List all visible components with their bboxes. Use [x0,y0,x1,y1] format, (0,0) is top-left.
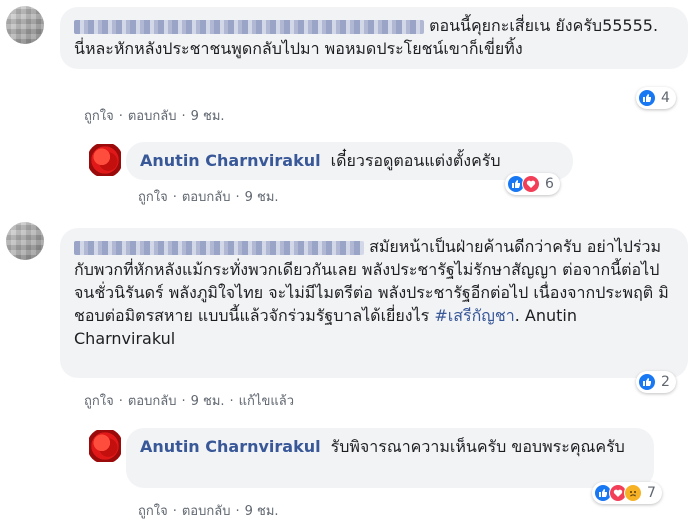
reply-author-avatar[interactable] [87,142,123,178]
commenter-avatar[interactable] [6,6,44,44]
timestamp[interactable]: 9 ชม. [245,190,279,205]
thumbs-up-icon [638,373,656,391]
like-link[interactable]: ถูกใจ [84,109,114,124]
timestamp[interactable]: 9 ชม. [191,394,225,409]
heart-icon [522,175,540,193]
reply-text: เดี๋ยวรอดูตอนแต่งตั้งครับ [330,151,501,170]
reaction-count: 2 [661,374,670,390]
edited-label[interactable]: แก้ไขแล้ว [239,394,294,409]
reaction-count: 6 [545,176,554,192]
reply-bubble: Anutin Charnvirakul เดี๋ยวรอดูตอนแต่งตั้ง… [126,142,573,180]
reaction-summary[interactable]: 6 [505,173,560,195]
reply-actions: ถูกใจ · ตอบกลับ · 9 ชม. [138,190,279,205]
timestamp[interactable]: 9 ชม. [245,504,279,519]
reaction-count: 7 [647,485,656,501]
reply-text: รับพิจารณาความเห็นครับ ขอบพระคุณครับ [330,437,625,456]
reply-author-avatar[interactable] [87,428,123,464]
reaction-count: 4 [661,90,670,106]
reply-link[interactable]: ตอบกลับ [128,394,177,409]
comment-bubble: สมัยหน้าเป็นฝ่ายค้านดีกว่าครับ อย่าไปร่ว… [60,228,688,378]
reply-author-name[interactable]: Anutin Charnvirakul [140,151,321,170]
reply-link[interactable]: ตอบกลับ [182,190,231,205]
timestamp[interactable]: 9 ชม. [191,109,225,124]
reply-author-name[interactable]: Anutin Charnvirakul [140,437,321,456]
reaction-summary[interactable]: 2 [636,371,676,393]
like-link[interactable]: ถูกใจ [84,394,114,409]
reply-bubble: Anutin Charnvirakul รับพิจารณาความเห็นครั… [126,428,654,488]
thumbs-up-icon [638,89,656,107]
like-link[interactable]: ถูกใจ [138,504,168,519]
sad-face-icon [624,484,642,502]
like-link[interactable]: ถูกใจ [138,190,168,205]
blurred-commenter-name[interactable] [74,240,364,255]
comment-actions: ถูกใจ · ตอบกลับ · 9 ชม. · แก้ไขแล้ว [84,394,294,409]
reply-link[interactable]: ตอบกลับ [182,504,231,519]
reaction-summary[interactable]: 4 [636,87,676,109]
hashtag-link[interactable]: #เสรีกัญชา [434,306,514,325]
commenter-avatar[interactable] [6,222,44,260]
reply-actions: ถูกใจ · ตอบกลับ · 9 ชม. [138,504,279,519]
comment-actions: ถูกใจ · ตอบกลับ · 9 ชม. [84,109,225,124]
blurred-commenter-name[interactable] [74,19,424,34]
reply-link[interactable]: ตอบกลับ [128,109,177,124]
reaction-summary[interactable]: 7 [592,482,662,504]
comment-bubble: ตอนนี้คุยกะเสี่ยเน ยังครับ55555. นี่หละห… [60,7,688,69]
